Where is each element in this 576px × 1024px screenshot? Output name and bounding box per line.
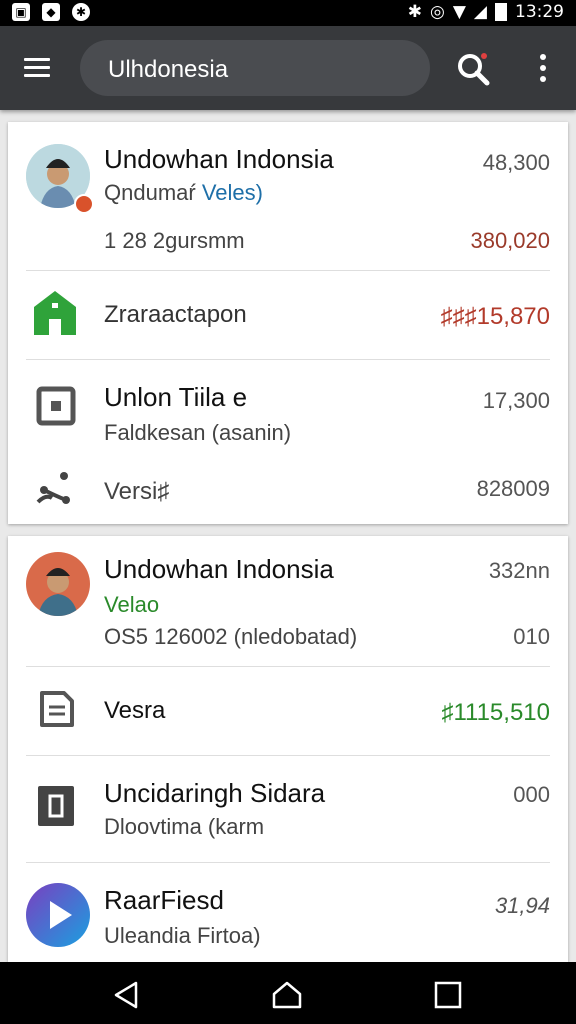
bluetooth-icon: ✱ (407, 2, 422, 22)
item-detail: 1 28 2gursmm (104, 228, 245, 253)
list-item[interactable]: Zraraactapon ♯♯♯15,870 (8, 271, 568, 359)
item-title: Undowhan Indonsia (104, 144, 334, 174)
item-title: RaarFiesd (104, 885, 224, 915)
item-amount: ♯1115,510 (441, 699, 550, 726)
item-title: Undowhan Indonsia (104, 554, 334, 584)
app-bar: Ulhdonesia (0, 26, 576, 110)
item-title: Zraraactapon (104, 301, 247, 328)
square-target-icon (36, 386, 76, 426)
item-subtitle: Faldkesan (asanin) (104, 420, 292, 445)
list-item[interactable]: Unlon Tiila e Faldkesan (asanin) 17,300 (8, 360, 568, 454)
signal-icon: ◢ (473, 2, 487, 22)
document-icon (40, 691, 74, 727)
list-item[interactable]: Undowhan Indonsia Qndumaŕ Veles) 1 28 2… (8, 122, 568, 270)
play-store-icon (26, 883, 90, 947)
clock: 13:29 (515, 2, 564, 22)
subtitle-part: Qndumaŕ (104, 180, 196, 205)
shield-notification-icon: ✱ (72, 3, 90, 21)
subtitle-highlight: Veles) (201, 180, 263, 205)
item-amount-secondary: 010 (513, 624, 550, 649)
list-item[interactable]: Undowhan Indonsia Velao OS5 126002 (nled… (8, 536, 568, 666)
item-amount: ♯♯♯15,870 (440, 303, 550, 330)
wifi-icon: ▼ (452, 2, 466, 22)
item-amount: 332nn (488, 558, 550, 583)
list-item[interactable]: Vesra ♯1115,510 (8, 667, 568, 755)
list-item[interactable]: Versi♯ 828009 (8, 454, 568, 524)
home-icon (34, 291, 76, 335)
item-title: Versi♯ (104, 478, 170, 505)
item-title: Unlon Tiila e (104, 382, 248, 412)
badge-icon (74, 194, 94, 214)
status-bar: ▣ ◆ ✱ ✱ ◎ ▼ ◢ 13:29 (0, 0, 576, 26)
item-amount: 000 (513, 782, 550, 807)
item-title: Vesra (104, 697, 166, 724)
item-amount: 48,300 (482, 150, 550, 175)
item-subtitle: Qndumaŕ Veles) (104, 180, 263, 206)
avatar (26, 552, 90, 616)
search-text: Ulhdonesia (108, 56, 229, 83)
more-options-icon[interactable] (538, 54, 548, 84)
home-icon[interactable] (271, 980, 303, 1010)
item-title: Uncidaringh Sidara (104, 778, 326, 808)
transaction-card-1: Undowhan Indonsia Qndumaŕ Veles) 1 28 2… (8, 122, 568, 524)
phone-icon (38, 786, 74, 826)
item-detail: OS5 126002 (nledobatad) (104, 624, 358, 649)
navigation-bar (0, 962, 576, 1024)
search-field[interactable]: Ulhdonesia (80, 40, 430, 96)
item-subtitle: Dloovtima (karm (104, 814, 265, 839)
item-subtitle: Velao (104, 592, 160, 617)
search-icon[interactable] (456, 52, 490, 86)
transaction-card-2: Undowhan Indonsia Velao OS5 126002 (nled… (8, 536, 568, 962)
menu-icon[interactable] (24, 58, 50, 78)
list-item[interactable]: Uncidaringh Sidara Dloovtima (karm 000 (8, 756, 568, 862)
share-icon (36, 472, 70, 504)
list-item[interactable]: RaarFiesd Uleandia Firtoa) 31,94 (8, 863, 568, 962)
recents-icon[interactable] (433, 980, 463, 1010)
image-notification-icon: ▣ (12, 3, 30, 21)
item-amount: 828009 (476, 476, 550, 501)
item-subtitle: Uleandia Firtoa) (104, 923, 261, 948)
item-amount: 31,94 (494, 893, 550, 918)
item-amount-secondary: 380,020 (470, 228, 550, 253)
item-amount: 17,300 (482, 388, 550, 413)
alarm-icon: ◎ (430, 2, 445, 22)
battery-icon (495, 3, 507, 21)
back-icon[interactable] (112, 980, 142, 1010)
app-notification-icon: ◆ (42, 3, 60, 21)
